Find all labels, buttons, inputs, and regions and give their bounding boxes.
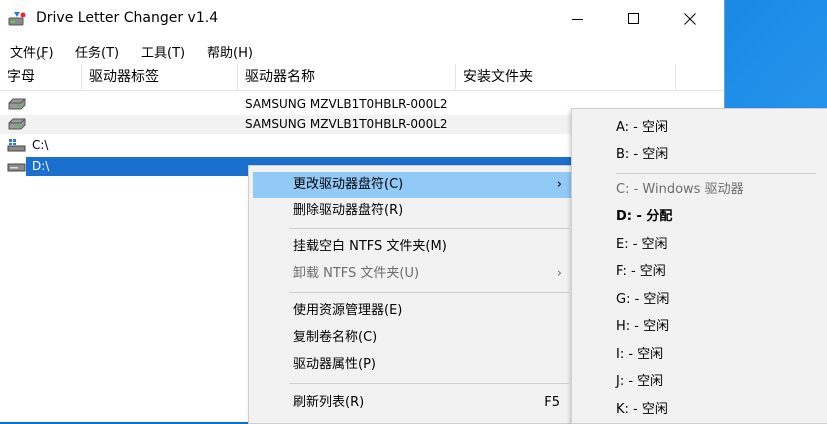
row-drive-name: SAMSUNG MZVLB1T0HBLR-000L2	[245, 97, 448, 111]
menu-bar: 文件(F) 任务(T) 工具(T) 帮助(H)	[0, 38, 724, 62]
maximize-button[interactable]	[606, 0, 662, 38]
menu-change-drive-letter[interactable]: 更改驱动器盘符(C) ›	[253, 172, 574, 198]
submenu-letter-a[interactable]: A: - 空闲	[616, 115, 668, 141]
sort-ascending-icon	[36, 55, 46, 61]
menu-help[interactable]: 帮助(H)	[207, 42, 253, 61]
submenu-letter-h[interactable]: H: - 空闲	[616, 314, 669, 340]
menu-label: 驱动器属性(P)	[293, 357, 376, 372]
menu-label: 卸载 NTFS 文件夹(U)	[293, 266, 420, 281]
window-title: Drive Letter Changer v1.4	[36, 10, 219, 26]
submenu-letter-b[interactable]: B: - 空闲	[616, 142, 668, 168]
submenu-arrow-icon: ›	[556, 177, 562, 192]
menu-label: 更改驱动器盘符(C)	[293, 177, 404, 192]
menu-label: 复制卷名称(C)	[293, 330, 378, 345]
menu-shortcut: F5	[544, 395, 560, 410]
menu-remove-drive-letter[interactable]: 删除驱动器盘符(R)	[253, 198, 574, 224]
menu-separator	[289, 228, 569, 229]
submenu-letter-f[interactable]: F: - 空闲	[616, 259, 666, 285]
submenu-arrow-icon: ›	[556, 266, 562, 281]
menu-separator	[289, 383, 569, 384]
close-button[interactable]	[662, 0, 718, 38]
column-name[interactable]: 驱动器名称	[238, 64, 456, 90]
submenu-letter-i[interactable]: I: - 空闲	[616, 342, 663, 368]
menu-drive-properties[interactable]: 驱动器属性(P)	[253, 352, 574, 378]
drive-letter-submenu: A: - 空闲 B: - 空闲 C: - Windows 驱动器 D: - 分配…	[571, 108, 827, 424]
menu-file[interactable]: 文件(F)	[10, 42, 54, 61]
menu-label: 删除驱动器盘符(R)	[293, 203, 404, 218]
submenu-letter-k[interactable]: K: - 空闲	[616, 397, 668, 423]
menu-tasks[interactable]: 任务(T)	[75, 42, 119, 61]
menu-separator	[289, 292, 569, 293]
menu-unmount-ntfs-folder[interactable]: 卸载 NTFS 文件夹(U) ›	[253, 261, 574, 287]
menu-refresh-list[interactable]: 刷新列表(R) F5	[253, 390, 574, 416]
close-icon	[684, 13, 696, 25]
column-label[interactable]: 驱动器标签	[82, 64, 238, 90]
disk-drive-icon	[8, 118, 26, 130]
menu-separator	[616, 173, 816, 174]
context-menu: 更改驱动器盘符(C) › 删除驱动器盘符(R) 挂载空白 NTFS 文件夹(M)…	[248, 165, 580, 424]
submenu-letter-e[interactable]: E: - 空闲	[616, 232, 668, 258]
submenu-letter-d[interactable]: D: - 分配	[616, 204, 672, 230]
menu-label: 挂载空白 NTFS 文件夹(M)	[293, 239, 447, 254]
column-folder[interactable]: 安装文件夹	[456, 64, 676, 90]
row-drive-name: SAMSUNG MZVLB1T0HBLR-000L2	[245, 117, 448, 131]
drive-app-icon	[8, 12, 26, 26]
partition-icon	[7, 163, 26, 172]
minimize-icon	[572, 19, 583, 20]
list-header: 字母 驱动器标签 驱动器名称 安装文件夹	[0, 64, 724, 91]
submenu-letter-j[interactable]: J: - 空闲	[616, 369, 663, 395]
row-letter: C:\	[32, 138, 49, 152]
windows-partition-icon	[7, 139, 26, 152]
title-bar[interactable]: Drive Letter Changer v1.4	[0, 0, 724, 38]
menu-copy-volume-name[interactable]: 复制卷名称(C)	[253, 325, 574, 351]
maximize-icon	[628, 13, 639, 24]
submenu-letter-c[interactable]: C: - Windows 驱动器	[616, 177, 744, 203]
menu-mount-ntfs-folder[interactable]: 挂载空白 NTFS 文件夹(M)	[253, 234, 574, 260]
menu-open-explorer[interactable]: 使用资源管理器(E)	[253, 298, 574, 324]
menu-label: 刷新列表(R)	[293, 395, 365, 410]
row-letter: D:\	[32, 159, 50, 173]
column-letter[interactable]: 字母	[0, 64, 82, 90]
menu-tools[interactable]: 工具(T)	[141, 42, 185, 61]
disk-drive-icon	[8, 98, 26, 110]
menu-label: 使用资源管理器(E)	[293, 303, 403, 318]
submenu-letter-g[interactable]: G: - 空闲	[616, 287, 669, 313]
minimize-button[interactable]	[550, 0, 606, 38]
